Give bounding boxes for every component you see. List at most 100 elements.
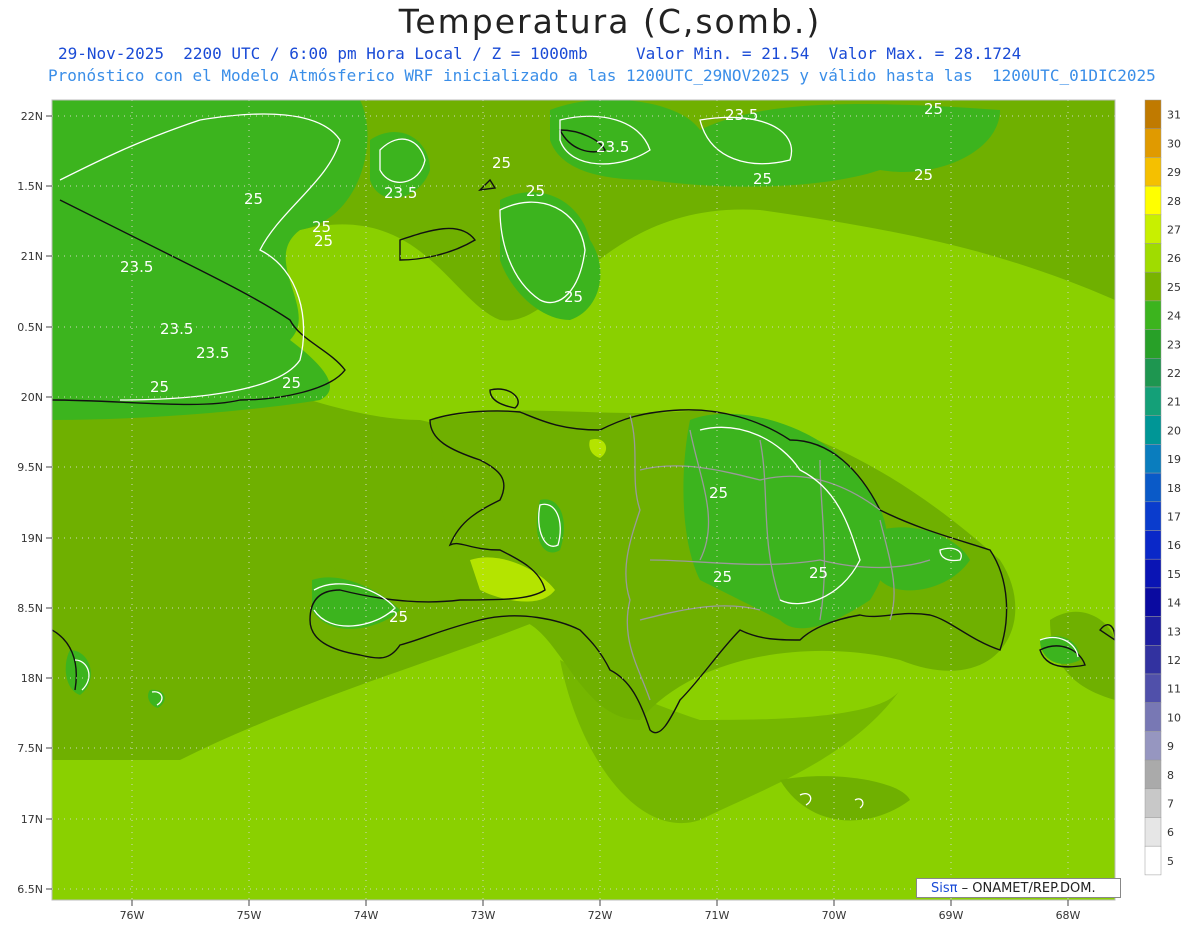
- colorbar-swatch: [1144, 501, 1162, 531]
- contour-label: 25: [150, 378, 169, 396]
- colorbar-swatch: [1144, 731, 1162, 761]
- lon-label: 72W: [588, 909, 613, 922]
- credit-box: Sisπ – ONAMET/REP.DOM.: [916, 878, 1121, 898]
- colorbar-swatch: [1144, 587, 1162, 617]
- colorbar-label: 16: [1167, 539, 1181, 552]
- lat-label: 18N: [21, 672, 43, 685]
- colorbar-label: 7: [1167, 797, 1174, 810]
- colorbar-label: 11: [1167, 683, 1181, 696]
- contour-label: 23.5: [725, 106, 758, 124]
- colorbar-swatch: [1144, 243, 1162, 273]
- contour-label: 25: [282, 374, 301, 392]
- colorbar-swatch: [1144, 817, 1162, 847]
- colorbar-label: 23: [1167, 338, 1181, 351]
- lat-label: 21N: [21, 250, 43, 263]
- colorbar-label: 22: [1167, 367, 1181, 380]
- colorbar-label: 27: [1167, 223, 1181, 236]
- sispi-logo: Sisπ: [931, 881, 958, 896]
- contour-label: 25: [753, 170, 772, 188]
- colorbar-swatch: [1144, 157, 1162, 187]
- lat-label: 7.5N: [17, 742, 43, 755]
- colorbar-swatch: [1144, 300, 1162, 330]
- colorbar-swatch: [1144, 645, 1162, 675]
- contour-label: 23.5: [160, 320, 193, 338]
- contour-label: 25: [564, 288, 583, 306]
- lat-label: 20N: [21, 391, 43, 404]
- contour-label: 23.5: [196, 344, 229, 362]
- colorbar-swatch: [1144, 558, 1162, 589]
- colorbar-swatch: [1144, 329, 1162, 359]
- colorbar-label: 13: [1167, 625, 1181, 638]
- lat-labels: 22N 1.5N 21N 0.5N 20N 9.5N 19N 8.5N 18N …: [17, 110, 43, 896]
- colorbar-swatch: [1144, 702, 1162, 732]
- contour-label: 25: [244, 190, 263, 208]
- colorbar-swatch: [1144, 386, 1162, 416]
- colorbar-swatch: [1144, 415, 1162, 445]
- colorbar-swatch: [1144, 616, 1162, 646]
- colorbar-swatch: [1144, 673, 1162, 703]
- colorbar-label: 9: [1167, 740, 1174, 753]
- colorbar-label: 15: [1167, 568, 1181, 581]
- colorbar-swatch: [1144, 530, 1162, 560]
- colorbar-label: 26: [1167, 252, 1181, 265]
- temperature-map: 23.5 23.5 25 25 25 25 23.5 25 25 25 23.5…: [17, 99, 1181, 922]
- colorbar-swatch: [1144, 271, 1162, 302]
- colorbar-label: 25: [1167, 281, 1181, 294]
- contour-label: 25: [492, 154, 511, 172]
- colorbar-swatch: [1144, 444, 1162, 474]
- colorbar-label: 31: [1167, 109, 1181, 122]
- colorbar-label: 17: [1167, 510, 1181, 523]
- colorbar-label: 21: [1167, 396, 1181, 409]
- lon-label: 76W: [120, 909, 145, 922]
- colorbar-swatch: [1144, 99, 1162, 129]
- colorbar-swatch: [1144, 214, 1162, 244]
- lon-label: 73W: [471, 909, 496, 922]
- lon-label: 69W: [939, 909, 964, 922]
- lon-labels: 76W 75W 74W 73W 72W 71W 70W 69W 68W: [120, 909, 1081, 922]
- lat-label: 6.5N: [17, 883, 43, 896]
- colorbar-swatch: [1144, 185, 1162, 216]
- contour-label: 25: [809, 564, 828, 582]
- colorbar-label: 10: [1167, 711, 1181, 724]
- colorbar-label: 20: [1167, 424, 1181, 437]
- colorbar-label: 29: [1167, 166, 1181, 179]
- colorbar-label: 18: [1167, 482, 1181, 495]
- colorbar-label: 5: [1167, 855, 1174, 868]
- contour-label: 23.5: [596, 138, 629, 156]
- lat-label: 8.5N: [17, 602, 43, 615]
- contour-label: 23.5: [384, 184, 417, 202]
- colorbar-label: 6: [1167, 826, 1174, 839]
- lon-label: 75W: [237, 909, 262, 922]
- colorbar-swatch: [1144, 358, 1162, 388]
- lon-label: 68W: [1056, 909, 1081, 922]
- colorbar: 31 30 29 28 27 26 25 24 23 22 21 20 19 18 17 16 15 14 13 12…: [1144, 99, 1181, 876]
- lat-label: 17N: [21, 813, 43, 826]
- lat-label: 0.5N: [17, 321, 43, 334]
- lat-label: 22N: [21, 110, 43, 123]
- lon-label: 71W: [705, 909, 730, 922]
- colorbar-label: 19: [1167, 453, 1181, 466]
- colorbar-swatch: [1144, 128, 1162, 158]
- colorbar-swatch: [1144, 472, 1162, 503]
- contour-label: 25: [709, 484, 728, 502]
- colorbar-swatch: [1144, 845, 1162, 876]
- colorbar-label: 28: [1167, 195, 1181, 208]
- contour-label: 25: [389, 608, 408, 626]
- contour-label: 25: [526, 182, 545, 200]
- contour-label: 25: [924, 100, 943, 118]
- colorbar-swatch: [1144, 788, 1162, 818]
- lat-label: 1.5N: [17, 180, 43, 193]
- lat-label: 9.5N: [17, 461, 43, 474]
- colorbar-label: 12: [1167, 654, 1181, 667]
- credit-text: – ONAMET/REP.DOM.: [961, 881, 1096, 896]
- colorbar-swatch: [1144, 759, 1162, 790]
- shaded-field: [52, 100, 1115, 900]
- colorbar-label: 24: [1167, 310, 1181, 323]
- colorbar-label: 30: [1167, 137, 1181, 150]
- lon-label: 74W: [354, 909, 379, 922]
- contour-label: 25: [314, 232, 333, 250]
- contour-label: 23.5: [120, 258, 153, 276]
- lon-label: 70W: [822, 909, 847, 922]
- lat-label: 19N: [21, 532, 43, 545]
- contour-label: 25: [713, 568, 732, 586]
